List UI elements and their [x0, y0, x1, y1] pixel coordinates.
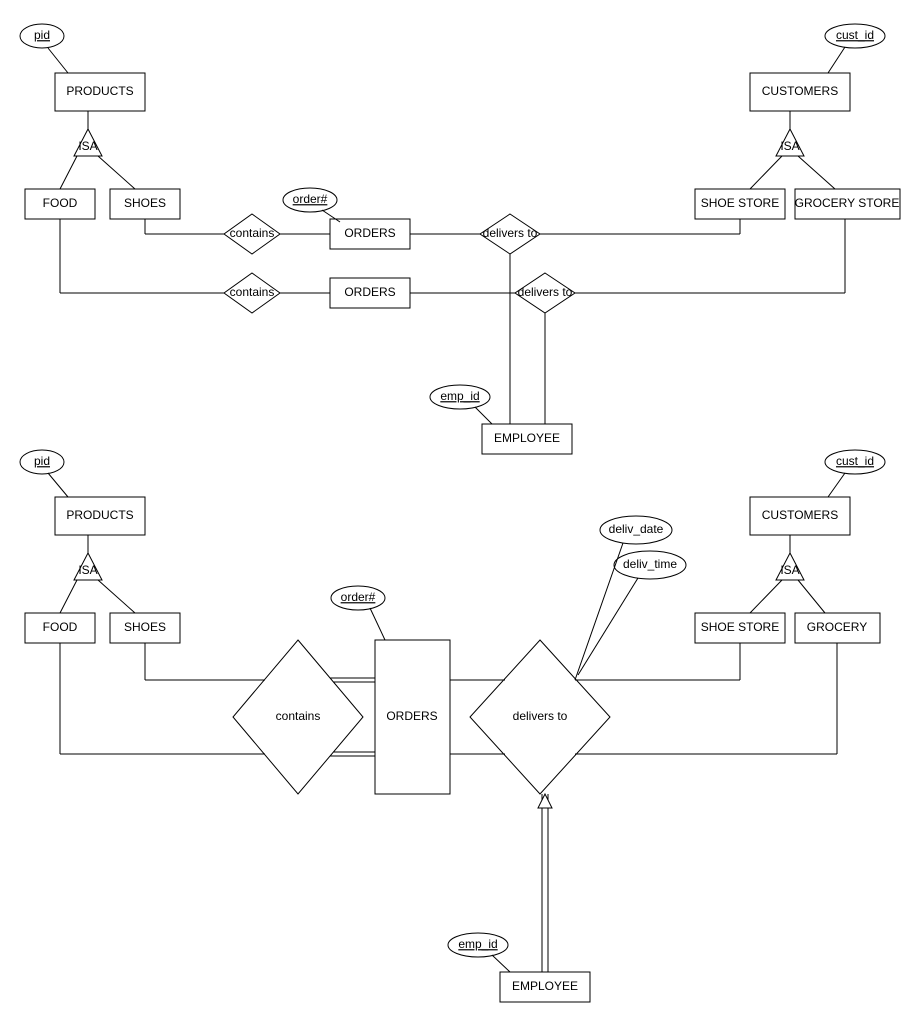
- svg-text:cust_id: cust_id: [836, 454, 874, 468]
- entity-orders-1a: ORDERS: [330, 219, 410, 249]
- isa-customers-2: ISA: [776, 553, 804, 580]
- svg-text:EMPLOYEE: EMPLOYEE: [512, 979, 578, 993]
- attr-custid-1: cust_id: [825, 24, 885, 48]
- attr-pid-2: pid: [20, 450, 64, 474]
- attr-empid-1: emp_id: [430, 385, 490, 409]
- entity-grocery-2: GROCERY: [795, 613, 880, 643]
- rel-contains-1b: contains: [224, 273, 280, 313]
- svg-text:ISA: ISA: [78, 563, 97, 577]
- svg-text:GROCERY STORE: GROCERY STORE: [795, 196, 900, 210]
- svg-text:ORDERS: ORDERS: [386, 709, 437, 723]
- svg-text:SHOE STORE: SHOE STORE: [701, 196, 779, 210]
- attr-custid-2: cust_id: [825, 450, 885, 474]
- svg-text:ISA: ISA: [78, 139, 97, 153]
- svg-text:delivers to: delivers to: [518, 285, 573, 299]
- svg-text:contains: contains: [276, 709, 321, 723]
- svg-text:CUSTOMERS: CUSTOMERS: [762, 84, 838, 98]
- svg-text:emp_id: emp_id: [458, 937, 497, 951]
- svg-text:pid: pid: [34, 28, 50, 42]
- svg-text:PRODUCTS: PRODUCTS: [66, 508, 133, 522]
- entity-food-2: FOOD: [25, 613, 95, 643]
- svg-text:GROCERY: GROCERY: [807, 620, 867, 634]
- svg-text:EMPLOYEE: EMPLOYEE: [494, 431, 560, 445]
- entity-customers-2: CUSTOMERS: [750, 497, 850, 535]
- entity-employee-1: EMPLOYEE: [482, 424, 572, 454]
- svg-text:contains: contains: [230, 226, 275, 240]
- entity-shoestore-1: SHOE STORE: [695, 189, 785, 219]
- entity-shoes-2: SHOES: [110, 613, 180, 643]
- svg-text:ORDERS: ORDERS: [344, 285, 395, 299]
- attr-pid-1: pid: [20, 24, 64, 48]
- svg-text:order#: order#: [293, 192, 328, 206]
- entity-food-1: FOOD: [25, 189, 95, 219]
- attr-empid-2: emp_id: [448, 933, 508, 957]
- attr-ordernum-1: order#: [283, 188, 337, 212]
- isa-products-1: ISA: [74, 129, 102, 156]
- rel-contains-1a: contains: [224, 214, 280, 254]
- svg-text:ORDERS: ORDERS: [344, 226, 395, 240]
- svg-text:SHOE STORE: SHOE STORE: [701, 620, 779, 634]
- entity-products-1: PRODUCTS: [55, 73, 145, 111]
- svg-text:ISA: ISA: [780, 139, 799, 153]
- svg-text:SHOES: SHOES: [124, 196, 166, 210]
- rel-delivers-2: delivers to: [470, 640, 610, 794]
- entity-shoes-1: SHOES: [110, 189, 180, 219]
- entity-customers-1: CUSTOMERS: [750, 73, 850, 111]
- svg-text:delivers to: delivers to: [483, 226, 538, 240]
- entity-shoestore-2: SHOE STORE: [695, 613, 785, 643]
- svg-text:order#: order#: [341, 590, 376, 604]
- rel-contains-2: contains: [233, 640, 363, 794]
- rel-delivers-1a: delivers to: [480, 214, 540, 254]
- svg-text:contains: contains: [230, 285, 275, 299]
- entity-orders-1b: ORDERS: [330, 278, 410, 308]
- svg-text:deliv_time: deliv_time: [623, 557, 677, 571]
- attr-delivtime-2: deliv_time: [614, 551, 686, 579]
- rel-delivers-1b: delivers to: [515, 273, 575, 313]
- svg-text:FOOD: FOOD: [43, 620, 78, 634]
- svg-text:SHOES: SHOES: [124, 620, 166, 634]
- svg-text:pid: pid: [34, 454, 50, 468]
- svg-text:delivers to: delivers to: [513, 709, 568, 723]
- svg-text:ISA: ISA: [780, 563, 799, 577]
- er-diagram: PRODUCTS pid ISA FOOD SHOES contains ORD…: [0, 0, 915, 1022]
- attr-delivdate-2: deliv_date: [600, 516, 672, 544]
- svg-text:deliv_date: deliv_date: [609, 522, 664, 536]
- isa-products-2: ISA: [74, 553, 102, 580]
- svg-text:FOOD: FOOD: [43, 196, 78, 210]
- entity-grocerystore-1: GROCERY STORE: [795, 189, 900, 219]
- entity-orders-2: ORDERS: [375, 640, 450, 794]
- svg-text:PRODUCTS: PRODUCTS: [66, 84, 133, 98]
- entity-employee-2: EMPLOYEE: [500, 972, 590, 1002]
- svg-text:emp_id: emp_id: [440, 389, 479, 403]
- isa-customers-1: ISA: [776, 129, 804, 156]
- attr-ordernum-2: order#: [331, 586, 385, 610]
- entity-products-2: PRODUCTS: [55, 497, 145, 535]
- svg-text:CUSTOMERS: CUSTOMERS: [762, 508, 838, 522]
- svg-text:cust_id: cust_id: [836, 28, 874, 42]
